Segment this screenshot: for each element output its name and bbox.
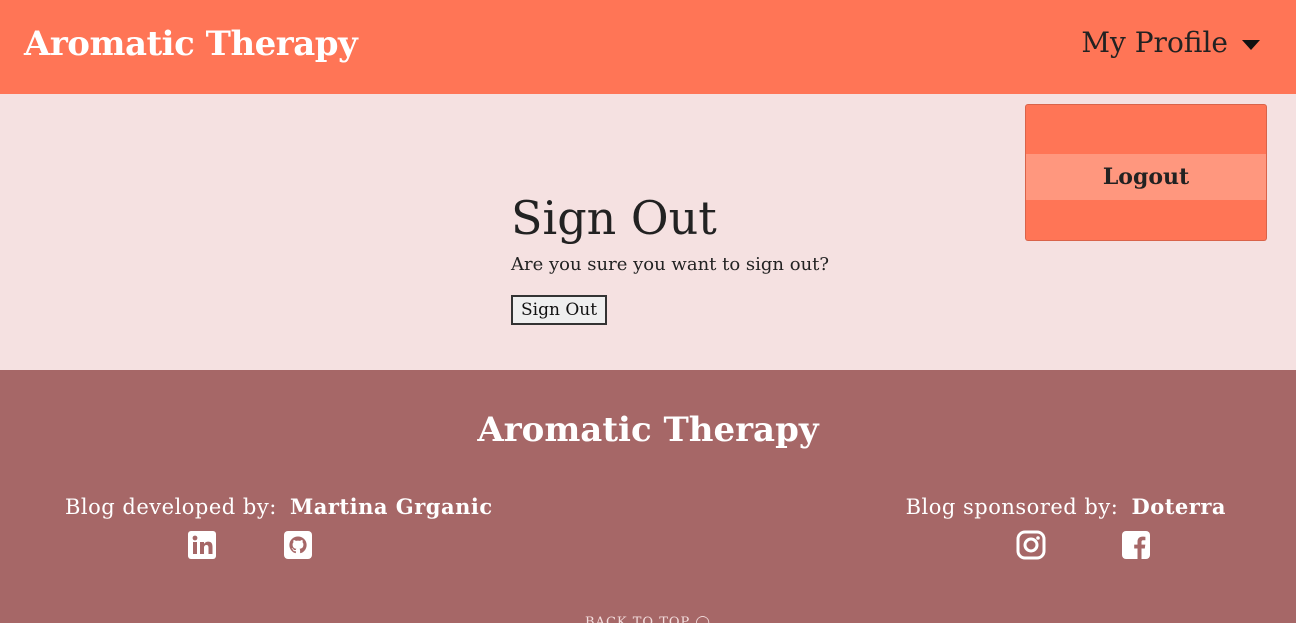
- footer: Aromatic Therapy Blog developed by: Mart…: [0, 370, 1296, 623]
- footer-brand: Aromatic Therapy: [477, 410, 819, 450]
- linkedin-icon[interactable]: [187, 530, 217, 560]
- sign-out-prompt: Are you sure you want to sign out?: [511, 254, 830, 275]
- sponsored-by-label: Blog sponsored by:: [905, 495, 1119, 519]
- developed-by-label: Blog developed by:: [65, 495, 277, 519]
- my-profile-label: My Profile: [1081, 26, 1228, 59]
- facebook-icon[interactable]: [1121, 530, 1151, 560]
- sponsor-credit: Blog sponsored by: Doterra: [906, 494, 1226, 519]
- profile-dropdown-menu: Logout: [1025, 104, 1267, 241]
- brand-logo-link[interactable]: Aromatic Therapy: [24, 24, 358, 64]
- caret-down-icon: [1242, 39, 1260, 50]
- arrow-up-circle-icon: ◯: [695, 615, 711, 623]
- logout-menu-item[interactable]: Logout: [1026, 154, 1266, 200]
- developer-name: Martina Grganic: [290, 494, 493, 519]
- sign-out-panel: Sign Out Are you sure you want to sign o…: [511, 190, 829, 325]
- my-profile-dropdown-toggle[interactable]: My Profile: [1081, 26, 1260, 59]
- back-to-top-label: BACK TO TOP: [585, 615, 691, 623]
- back-to-top-link[interactable]: BACK TO TOP ◯: [0, 615, 1296, 623]
- github-icon[interactable]: [283, 530, 313, 560]
- navbar: Aromatic Therapy My Profile: [0, 0, 1296, 94]
- page-title: Sign Out: [511, 191, 717, 245]
- sign-out-button[interactable]: Sign Out: [511, 295, 608, 325]
- developer-credit: Blog developed by: Martina Grganic: [65, 494, 493, 519]
- instagram-icon[interactable]: [1016, 530, 1046, 560]
- sponsor-name: Doterra: [1131, 494, 1226, 519]
